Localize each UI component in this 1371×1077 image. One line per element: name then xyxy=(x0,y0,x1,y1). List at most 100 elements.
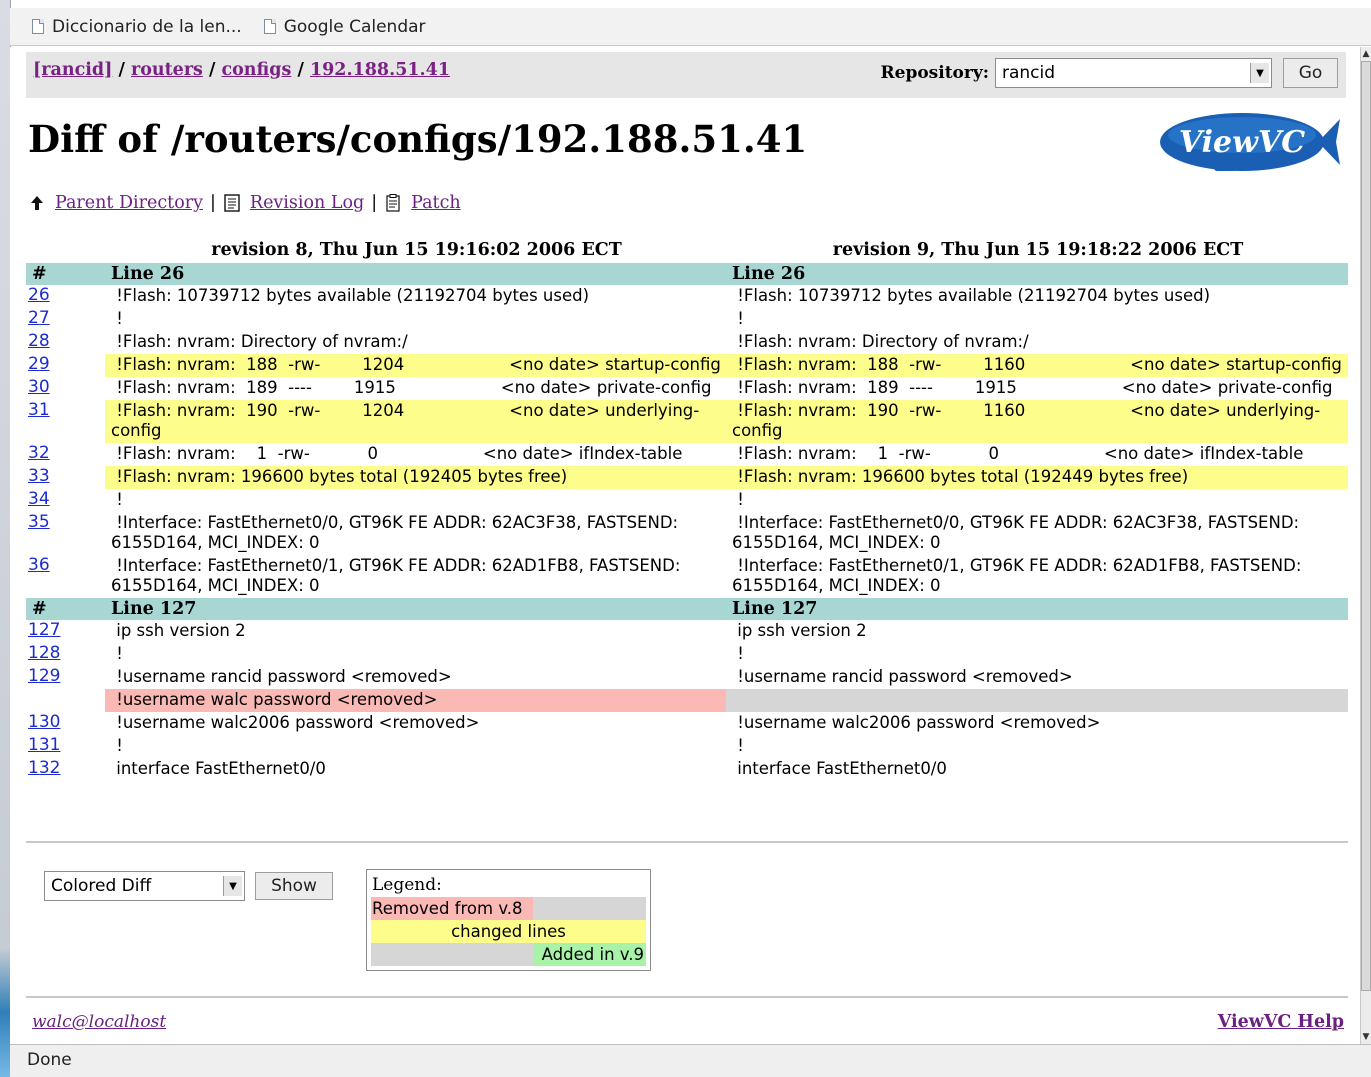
left-code-cell: !username walc2006 password <removed> xyxy=(111,713,480,732)
diff-format-form: Colored Diff ▼ Show xyxy=(44,871,333,901)
left-code-cell: !Flash: nvram: 190 -rw- 1204 <no date> u… xyxy=(105,400,726,443)
line-number-cell xyxy=(26,689,105,712)
left-code-cell: ! xyxy=(111,309,123,328)
line-number-link[interactable]: 129 xyxy=(28,666,60,686)
revision-log-icon xyxy=(224,194,240,212)
right-code-cell: ip ssh version 2 xyxy=(732,621,867,640)
line-number-cell: 128 xyxy=(26,643,105,666)
diff-row: 30 !Flash: nvram: 189 ---- 1915 <no date… xyxy=(26,377,1348,400)
line-number-link[interactable]: 35 xyxy=(28,512,50,532)
hunk-header-row: # Line 127 Line 127 xyxy=(26,598,1348,620)
hunk-header-row: # Line 26 Line 26 xyxy=(26,263,1348,285)
line-number-link[interactable]: 30 xyxy=(28,377,50,397)
left-code-cell: ! xyxy=(111,736,123,755)
repository-select[interactable]: rancid ▼ xyxy=(995,58,1272,88)
left-code-cell: !Flash: nvram: 1 -rw- 0 <no date> ifInde… xyxy=(111,444,683,463)
left-revision-heading: revision 8, Thu Jun 15 19:16:02 2006 ECT xyxy=(211,240,622,260)
bookmark-diccionario[interactable]: Diccionario de la len... xyxy=(32,17,242,37)
page-title: Diff of /routers/configs/192.188.51.41 xyxy=(28,117,808,161)
dropdown-arrow-icon: ▼ xyxy=(1250,63,1269,83)
footer-email-link[interactable]: walc@localhost xyxy=(32,1012,166,1032)
left-code-cell: !Interface: FastEthernet0/0, GT96K FE AD… xyxy=(111,513,684,552)
scroll-up-icon[interactable]: ▲ xyxy=(1361,47,1371,61)
breadcrumb-routers[interactable]: routers xyxy=(131,60,203,80)
legend-removed: Removed from v.8 xyxy=(372,899,523,918)
line-number-link[interactable]: 31 xyxy=(28,400,50,420)
diff-row: 34 ! ! xyxy=(26,489,1348,512)
diff-format-value: Colored Diff xyxy=(51,876,152,896)
left-code-cell: !Flash: nvram: Directory of nvram:/ xyxy=(111,332,408,351)
show-button[interactable]: Show xyxy=(255,872,333,900)
viewvc-help-link[interactable]: ViewVC Help xyxy=(1218,1012,1344,1032)
right-code-cell: !username rancid password <removed> xyxy=(732,667,1073,686)
diff-row: 130 !username walc2006 password <removed… xyxy=(26,712,1348,735)
line-number-cell: 35 xyxy=(26,512,105,555)
line-number-link[interactable]: 127 xyxy=(28,620,60,640)
footer-help: ViewVC Help xyxy=(1218,1012,1344,1032)
diff-row: 32 !Flash: nvram: 1 -rw- 0 <no date> ifI… xyxy=(26,443,1348,466)
line-number-link[interactable]: 28 xyxy=(28,331,50,351)
line-number-cell: 132 xyxy=(26,758,105,781)
left-code-cell: ! xyxy=(111,490,123,509)
right-code-cell: !Flash: nvram: 190 -rw- 1160 <no date> u… xyxy=(726,400,1348,443)
divider xyxy=(26,841,1348,843)
hash-cell: # xyxy=(26,263,105,285)
diff-row: 26 !Flash: 10739712 bytes available (211… xyxy=(26,285,1348,308)
nav-separator: | xyxy=(371,193,378,213)
line-number-cell: 131 xyxy=(26,735,105,758)
right-code-cell: ! xyxy=(732,490,744,509)
patch-icon xyxy=(386,194,400,212)
go-button[interactable]: Go xyxy=(1283,58,1338,88)
right-code-cell: ! xyxy=(732,644,744,663)
line-number-link[interactable]: 131 xyxy=(28,735,60,755)
diff-format-select[interactable]: Colored Diff ▼ xyxy=(44,871,245,901)
line-number-link[interactable]: 27 xyxy=(28,308,50,328)
status-text: Done xyxy=(27,1050,72,1070)
line-number-cell: 36 xyxy=(26,555,105,598)
right-code-cell: interface FastEthernet0/0 xyxy=(732,759,947,778)
patch-link[interactable]: Patch xyxy=(411,193,461,213)
breadcrumb-rancid[interactable]: [rancid] xyxy=(33,60,112,80)
line-number-link[interactable]: 132 xyxy=(28,758,60,778)
line-number-cell: 130 xyxy=(26,712,105,735)
diff-row: !username walc password <removed> xyxy=(26,689,1348,712)
right-code-cell: !Flash: nvram: Directory of nvram:/ xyxy=(732,332,1029,351)
line-number-link[interactable]: 26 xyxy=(28,285,50,305)
bookmark-label: Google Calendar xyxy=(283,16,426,37)
scroll-down-icon[interactable]: ▼ xyxy=(1361,1030,1371,1044)
line-number-link[interactable]: 29 xyxy=(28,354,50,374)
bookmark-google-calendar[interactable]: Google Calendar xyxy=(263,16,426,37)
viewvc-logo: ViewVC xyxy=(1160,113,1340,171)
right-code-cell: !Flash: nvram: 1 -rw- 0 <no date> ifInde… xyxy=(732,444,1304,463)
line-number-link[interactable]: 34 xyxy=(28,489,50,509)
scroll-thumb[interactable] xyxy=(1361,61,1371,991)
diff-row: 28 !Flash: nvram: Directory of nvram:/ !… xyxy=(26,331,1348,354)
hunk-right-line: Line 26 xyxy=(726,263,1348,285)
status-bar: Done xyxy=(10,1044,1371,1077)
right-code-cell: ! xyxy=(732,736,744,755)
vertical-scrollbar[interactable]: ▲ ▼ xyxy=(1360,47,1371,1044)
up-arrow-icon xyxy=(31,196,43,210)
left-code-cell: !Flash: nvram: 188 -rw- 1204 <no date> s… xyxy=(105,354,726,377)
breadcrumb-file[interactable]: 192.188.51.41 xyxy=(310,60,450,80)
line-number-link[interactable]: 32 xyxy=(28,443,50,463)
line-number-link[interactable]: 36 xyxy=(28,555,50,575)
revision-log-link[interactable]: Revision Log xyxy=(250,193,364,213)
parent-directory-link[interactable]: Parent Directory xyxy=(55,193,203,213)
diff-row: 36 !Interface: FastEthernet0/1, GT96K FE… xyxy=(26,555,1348,598)
line-number-link[interactable]: 128 xyxy=(28,643,60,663)
breadcrumb: [rancid] / routers / configs / 192.188.5… xyxy=(33,60,450,80)
left-code-cell: ip ssh version 2 xyxy=(111,621,246,640)
line-number-cell: 30 xyxy=(26,377,105,400)
line-number-link[interactable]: 33 xyxy=(28,466,50,486)
line-number-link[interactable]: 130 xyxy=(28,712,60,732)
nav-separator: | xyxy=(209,193,216,213)
breadcrumb-configs[interactable]: configs xyxy=(221,60,291,80)
line-number-cell: 33 xyxy=(26,466,105,489)
breadcrumb-separator: / xyxy=(297,60,304,80)
left-code-cell: interface FastEthernet0/0 xyxy=(111,759,326,778)
blank-cell xyxy=(26,240,105,263)
diff-row: 131 ! ! xyxy=(26,735,1348,758)
repository-label: Repository: xyxy=(880,63,990,83)
breadcrumb-separator: / xyxy=(118,60,125,80)
